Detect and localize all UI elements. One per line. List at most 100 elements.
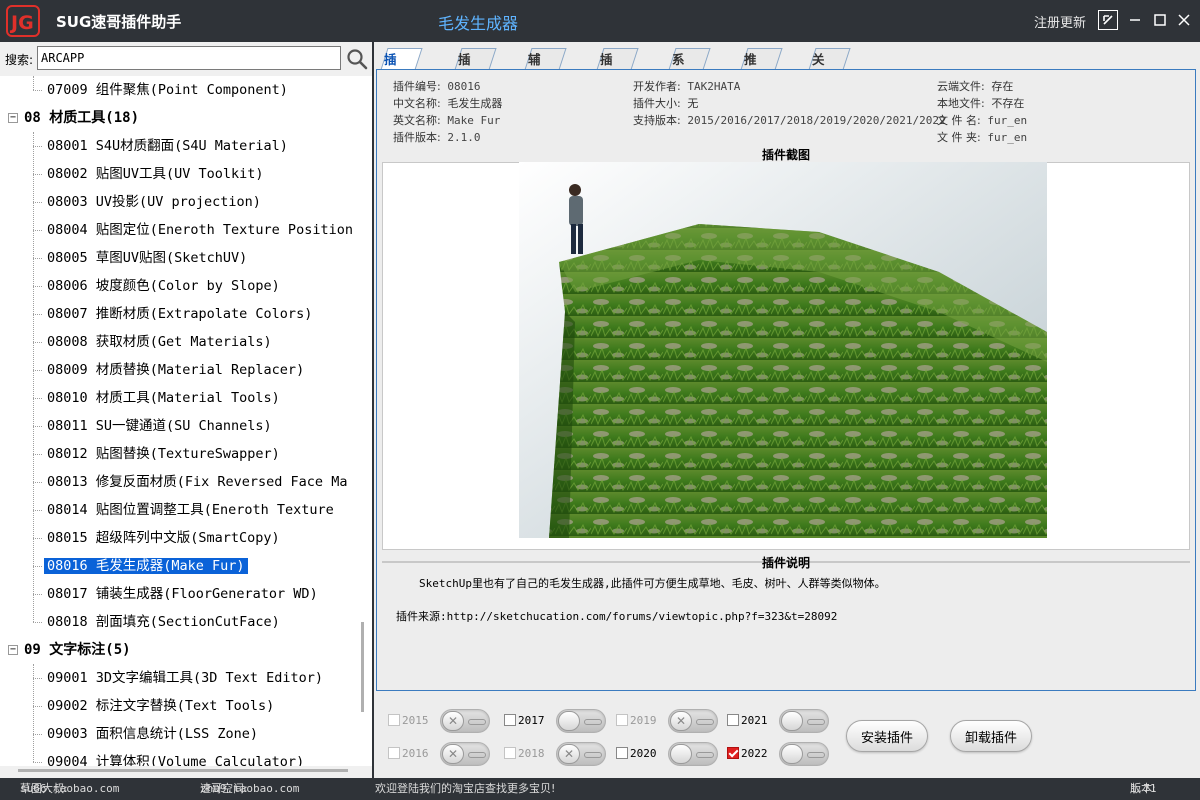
- tab-5[interactable]: 系统体检: [668, 48, 711, 133]
- maximize-icon[interactable]: [1150, 10, 1170, 30]
- version-checkbox-2021[interactable]: 2021: [727, 713, 768, 729]
- version-toggle-2017[interactable]: [556, 709, 606, 733]
- tree-connector: [33, 538, 42, 539]
- app-title: SUG速哥插件助手: [56, 13, 182, 31]
- tree-connector: [33, 230, 42, 231]
- version-checkbox-2016[interactable]: 2016: [388, 746, 429, 762]
- tree-item[interactable]: 08017 铺装生成器(FloorGenerator WD): [44, 580, 321, 608]
- tree-item[interactable]: 08004 贴图定位(Eneroth Texture Position: [44, 216, 356, 244]
- checkbox-icon[interactable]: [388, 714, 400, 726]
- version-checkbox-2015[interactable]: 2015: [388, 713, 429, 729]
- tree-label: 08008 获取材质(Get Materials): [47, 334, 272, 350]
- tree-label: 08013 修复反面材质(Fix Reversed Face Ma: [47, 474, 348, 490]
- version-year-label: 2015: [402, 714, 429, 727]
- tree-item[interactable]: 09003 面积信息统计(LSS Zone): [44, 720, 261, 748]
- disabled-x-icon: ✕: [558, 744, 580, 764]
- tree-item-selected[interactable]: 08016 毛发生成器(Make Fur): [43, 552, 249, 580]
- tree-group[interactable]: −08 材质工具(18): [8, 104, 139, 132]
- pin-window-icon[interactable]: [1098, 10, 1118, 30]
- jg-logo-icon: JG: [6, 5, 40, 37]
- toggle-knob: [781, 711, 803, 731]
- disabled-x-icon: ✕: [442, 744, 464, 764]
- tree-item[interactable]: 08011 SU一键通道(SU Channels): [44, 412, 275, 440]
- tree-label: 08016 毛发生成器(Make Fur): [43, 557, 249, 575]
- version-toggle-2016[interactable]: ✕: [440, 742, 490, 766]
- collapse-icon[interactable]: −: [8, 645, 18, 655]
- checkbox-icon[interactable]: [504, 714, 516, 726]
- tree-item[interactable]: 08002 贴图UV工具(UV Toolkit): [44, 160, 267, 188]
- version-toggle-2019[interactable]: ✕: [668, 709, 718, 733]
- tree-connector: [33, 566, 42, 567]
- toggle-track-icon: [468, 752, 486, 758]
- tree-item[interactable]: 08009 材质替换(Material Replacer): [44, 356, 307, 384]
- tree-item[interactable]: 08013 修复反面材质(Fix Reversed Face Ma: [44, 468, 350, 496]
- collapse-icon[interactable]: −: [8, 113, 18, 123]
- checkbox-icon[interactable]: [388, 747, 400, 759]
- tree-item[interactable]: 09002 标注文字替换(Text Tools): [44, 692, 277, 720]
- tab-3[interactable]: 辅助功能: [524, 48, 567, 133]
- version-checkbox-2017[interactable]: 2017: [504, 713, 545, 729]
- tree-vertical-scroll-thumb[interactable]: [361, 622, 364, 712]
- tree-item[interactable]: 08012 贴图替换(TextureSwapper): [44, 440, 283, 468]
- search-icon[interactable]: [346, 48, 368, 70]
- tab-2[interactable]: 插件教程: [454, 48, 497, 133]
- toggle-track-icon: [696, 752, 714, 758]
- tab-4[interactable]: 插件排错: [596, 48, 639, 133]
- version-checkbox-2022[interactable]: 2022: [727, 746, 768, 762]
- register-update-link[interactable]: 注册更新: [1034, 12, 1086, 31]
- tree-horizontal-scroll-thumb[interactable]: [18, 769, 348, 772]
- install-plugin-button[interactable]: 安装插件: [846, 720, 928, 752]
- tree-connector: [33, 342, 42, 343]
- tree-item[interactable]: 08006 坡度颜色(Color by Slope): [44, 272, 283, 300]
- checkbox-icon[interactable]: [727, 714, 739, 726]
- tree-group[interactable]: −09 文字标注(5): [8, 636, 131, 664]
- tree-item[interactable]: 09004 计算体积(Volume Calculator): [44, 748, 307, 766]
- tab-6[interactable]: 推荐宝贝: [740, 48, 783, 133]
- version-toggle-2022[interactable]: [779, 742, 829, 766]
- tree-label: 08006 坡度颜色(Color by Slope): [47, 278, 280, 294]
- tree-item[interactable]: 08001 S4U材质翻面(S4U Material): [44, 132, 291, 160]
- tree-item[interactable]: 08010 材质工具(Material Tools): [44, 384, 283, 412]
- version-checkbox-2018[interactable]: 2018: [504, 746, 545, 762]
- description-source-link[interactable]: 插件来源:http://sketchucation.com/forums/vie…: [396, 608, 837, 624]
- tree-item[interactable]: 08005 草图UV贴图(SketchUV): [44, 244, 250, 272]
- version-checkbox-2019[interactable]: 2019: [616, 713, 657, 729]
- tree-item[interactable]: 08008 获取材质(Get Materials): [44, 328, 275, 356]
- tab-7[interactable]: 关于助手: [808, 48, 851, 133]
- checkbox-icon[interactable]: [616, 714, 628, 726]
- minimize-icon[interactable]: [1125, 10, 1145, 30]
- version-toggle-2020[interactable]: [668, 742, 718, 766]
- tree-guide-line: [33, 664, 34, 762]
- tree-item[interactable]: 07009 组件聚焦(Point Component): [44, 76, 291, 104]
- tree-item[interactable]: 08014 贴图位置调整工具(Eneroth Texture: [44, 496, 337, 524]
- tree-item[interactable]: 08018 剖面填充(SectionCutFace): [44, 608, 283, 636]
- version-checkbox-2020[interactable]: 2020: [616, 746, 657, 762]
- version-toggle-2015[interactable]: ✕: [440, 709, 490, 733]
- uninstall-plugin-button[interactable]: 卸载插件: [950, 720, 1032, 752]
- tree-connector: [33, 622, 42, 623]
- checkbox-checked-icon[interactable]: [727, 747, 739, 759]
- search-input[interactable]: ARCAPP: [37, 46, 341, 70]
- close-icon[interactable]: [1174, 10, 1194, 30]
- version-year-label: 2016: [402, 747, 429, 760]
- description-text: SketchUp里也有了自己的毛发生成器,此插件可方便生成草地、毛皮、树叶、人群…: [419, 577, 886, 590]
- tree-connector: [33, 314, 42, 315]
- info-version: 插件版本: 2.1.0: [393, 131, 481, 144]
- tree-item[interactable]: 08015 超级阵列中文版(SmartCopy): [44, 524, 283, 552]
- screenshot-section-title: 插件截图: [761, 148, 810, 162]
- plugin-tree[interactable]: 07009 组件聚焦(Point Component) −08 材质工具(18) 0…: [0, 76, 360, 766]
- tab-1[interactable]: 插件信息: [380, 48, 423, 133]
- plugin-screenshot: [519, 162, 1047, 538]
- tree-item[interactable]: 09001 3D文字编辑工具(3D Text Editor): [44, 664, 326, 692]
- tree-horizontal-scrollbar[interactable]: [0, 766, 372, 778]
- search-label: 搜索:: [5, 53, 34, 67]
- info-support-versions: 支持版本: 2015/2016/2017/2018/2019/2020/2021…: [633, 114, 946, 127]
- checkbox-icon[interactable]: [504, 747, 516, 759]
- tree-item[interactable]: 08007 推断材质(Extrapolate Colors): [44, 300, 315, 328]
- checkbox-icon[interactable]: [616, 747, 628, 759]
- detail-panel: 插件信息 插件教程 辅助功能 插件排错 系统体检 推荐宝贝 关于助手 插件编号: 08016…: [374, 42, 1200, 778]
- tree-item[interactable]: 08003 UV投影(UV projection): [44, 188, 264, 216]
- version-toggle-2021[interactable]: [779, 709, 829, 733]
- tree-label: 09 文字标注(5): [24, 642, 131, 658]
- version-toggle-2018[interactable]: ✕: [556, 742, 606, 766]
